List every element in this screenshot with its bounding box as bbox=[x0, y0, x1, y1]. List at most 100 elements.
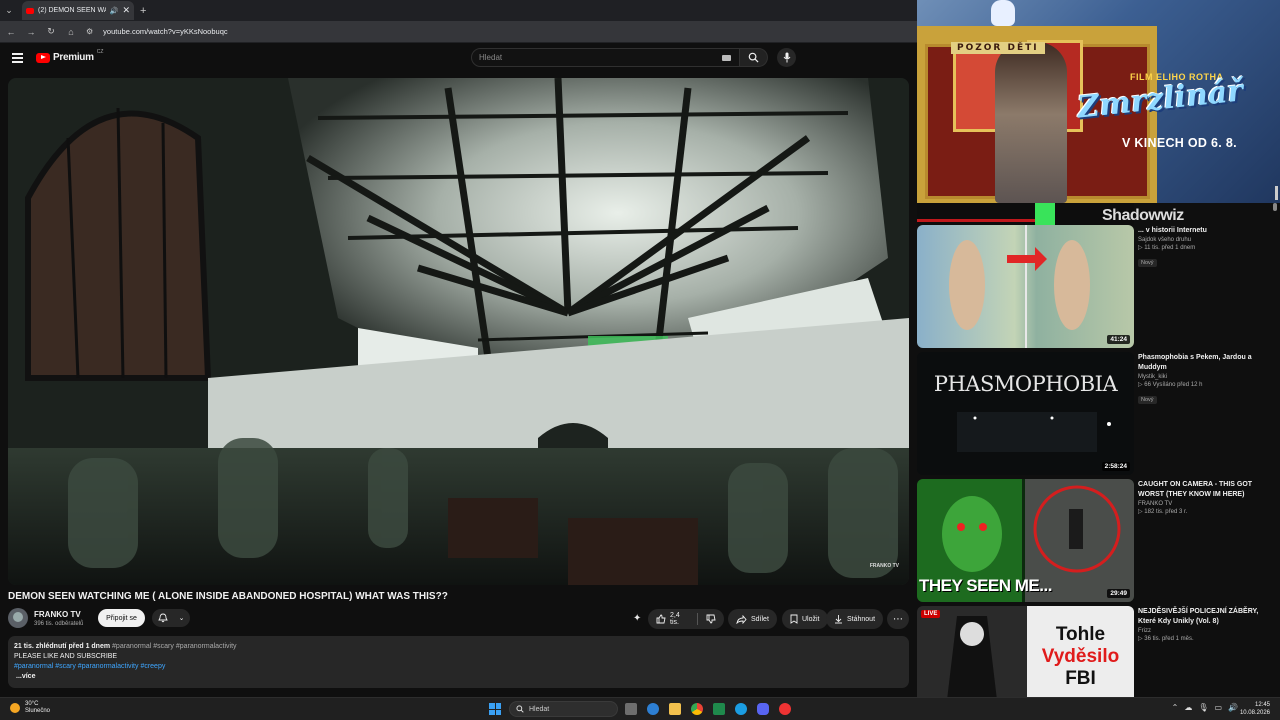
video-title-link[interactable]: NEJDĚSIVĚJŠÍ POLICEJNÍ ZÁBĚRY, Které Kdy… bbox=[1138, 607, 1274, 627]
youtube-play-icon bbox=[36, 52, 50, 63]
edge-copilot-icon[interactable] bbox=[647, 703, 659, 715]
video-thumbnail[interactable]: THEY SEEN ME... 29:49 bbox=[917, 479, 1134, 602]
more-actions-icon[interactable]: ⋯ bbox=[887, 609, 909, 629]
thumbnail-art bbox=[949, 225, 1090, 348]
temperature: 30°C bbox=[25, 701, 39, 707]
list-item[interactable]: PHASMOPHOBIA 2:58:24 Phasmophobia s Peke… bbox=[917, 352, 1280, 475]
video-title-link[interactable]: ... v historii Internetu bbox=[1138, 226, 1274, 236]
save-button[interactable]: Uložit bbox=[782, 609, 828, 629]
screen: ⌄ (2) DEMON SEEN WATCHING ME 🔊 ✕ + ← → ↻… bbox=[0, 0, 1280, 720]
video-title-link[interactable]: CAUGHT ON CAMERA - THIS GOT WORST (THEY … bbox=[1138, 480, 1274, 500]
back-icon[interactable]: ← bbox=[6, 27, 16, 37]
video-title: DEMON SEEN WATCHING ME ( ALONE INSIDE AB… bbox=[8, 591, 448, 602]
like-icon[interactable] bbox=[656, 614, 666, 624]
share-label: Sdílet bbox=[751, 615, 769, 623]
weather-widget[interactable]: 30°C Slunečno bbox=[10, 701, 50, 715]
share-button[interactable]: Sdílet bbox=[728, 609, 777, 629]
browser-tab-bar: ⌄ (2) DEMON SEEN WATCHING ME 🔊 ✕ + bbox=[0, 0, 917, 21]
weather-condition: Slunečno bbox=[25, 708, 51, 714]
home-icon[interactable]: ⌂ bbox=[66, 27, 76, 37]
subscriber-count: 396 tis. odběratelů bbox=[34, 621, 84, 627]
channel-name[interactable]: FRANKO TV bbox=[34, 610, 81, 619]
edge-icon[interactable] bbox=[735, 703, 747, 715]
channel-name[interactable]: Mystik_kiki bbox=[1138, 374, 1274, 380]
tab-search-icon[interactable]: ⌄ bbox=[0, 0, 18, 21]
clock[interactable]: 12:45 10.08.2026 bbox=[1240, 701, 1270, 717]
logo-region: CZ bbox=[96, 48, 104, 55]
close-icon[interactable]: ✕ bbox=[122, 5, 130, 16]
thumbnail-text: THEY SEEN ME... bbox=[919, 576, 1052, 595]
partial-thumbnail-text: Shadowwiz bbox=[1102, 207, 1184, 224]
youtube-logo[interactable]: Premium CZ bbox=[36, 48, 104, 63]
app-icon[interactable] bbox=[779, 703, 791, 715]
ad-sign: POZOR DĚTI bbox=[951, 42, 1045, 54]
site-info-icon[interactable]: ⚙ bbox=[86, 27, 93, 36]
date: 10.08.2026 bbox=[1239, 710, 1270, 716]
show-more-link[interactable]: ...více bbox=[14, 672, 903, 682]
taskbar-search[interactable]: Hledat bbox=[509, 701, 618, 717]
speaker-icon[interactable]: 🔊 bbox=[110, 7, 119, 15]
address-bar: ← → ↻ ⌂ ⚙ youtube.com/watch?v=yKKsNoobuq… bbox=[0, 21, 917, 43]
like-count[interactable]: 2,4 tis. bbox=[670, 612, 689, 626]
reload-icon[interactable]: ↻ bbox=[46, 26, 56, 37]
duration-badge: 29:49 bbox=[1107, 589, 1130, 598]
keyboard-icon[interactable] bbox=[722, 55, 731, 61]
file-explorer-icon[interactable] bbox=[669, 703, 681, 715]
windows-start-icon[interactable] bbox=[489, 703, 501, 715]
task-view-icon[interactable] bbox=[625, 703, 637, 715]
excel-icon[interactable] bbox=[713, 703, 725, 715]
video-player[interactable]: FRANKO TV bbox=[8, 78, 909, 585]
video-thumbnail[interactable]: 41:24 bbox=[917, 225, 1134, 348]
ad-banner[interactable]: POZOR DĚTI FILM ELIHO ROTHA Zmrzlinář V … bbox=[917, 0, 1280, 203]
description-box[interactable]: 21 tis. zhlédnutí před 1 dnem #paranorma… bbox=[8, 636, 909, 688]
ad-figure bbox=[995, 42, 1067, 203]
channel-avatar[interactable] bbox=[8, 608, 28, 628]
list-item[interactable]: THEY SEEN ME... 29:49 CAUGHT ON CAMERA -… bbox=[917, 479, 1280, 602]
search-button[interactable] bbox=[740, 48, 768, 67]
channel-name[interactable]: Sajdok všeho druhu bbox=[1138, 237, 1274, 243]
browser-tab[interactable]: (2) DEMON SEEN WATCHING ME 🔊 ✕ bbox=[22, 1, 134, 20]
dislike-icon[interactable] bbox=[706, 614, 716, 624]
bell-icon bbox=[157, 613, 168, 623]
mic-tray-icon[interactable]: 🎙 bbox=[1198, 703, 1208, 712]
video-meta: ▷ 66 Vysíláno před 12 h bbox=[1138, 382, 1203, 388]
thumbnail-text-line-3: FBI bbox=[1065, 668, 1096, 689]
video-title-link[interactable]: Phasmophobia s Pekem, Jardou a Muddym bbox=[1138, 353, 1274, 373]
notification-button[interactable]: ⌄ bbox=[152, 609, 190, 627]
chrome-icon[interactable] bbox=[691, 703, 703, 715]
microphone-button[interactable] bbox=[777, 48, 796, 67]
thumbnail-text-line-2: Vyděsilo bbox=[1041, 646, 1120, 667]
scrollbar-thumb[interactable] bbox=[1273, 203, 1277, 211]
share-icon bbox=[736, 614, 747, 624]
video-thumbnail[interactable]: Tohle Vyděsilo FBI LIVE bbox=[917, 606, 1134, 700]
video-info: CAUGHT ON CAMERA - THIS GOT WORST (THEY … bbox=[1138, 480, 1274, 515]
video-thumbnail[interactable]: PHASMOPHOBIA 2:58:24 bbox=[917, 352, 1134, 475]
network-icon[interactable]: ▭ bbox=[1214, 703, 1222, 712]
discord-icon[interactable] bbox=[757, 703, 769, 715]
search-input[interactable]: Hledat bbox=[471, 48, 740, 67]
ad-scrollbar[interactable] bbox=[1275, 186, 1278, 200]
menu-icon[interactable] bbox=[12, 53, 23, 63]
video-info: NEJDĚSIVĚJŠÍ POLICEJNÍ ZÁBĚRY, Které Kdy… bbox=[1138, 607, 1274, 642]
video-meta: ▷ 182 tis. před 3 r. bbox=[1138, 509, 1188, 515]
cloud-icon[interactable]: ☁ bbox=[1184, 703, 1192, 712]
channel-name[interactable]: FRANKO TV bbox=[1138, 501, 1274, 507]
url-field[interactable]: youtube.com/watch?v=yKKsNoobuqc bbox=[103, 27, 227, 36]
video-info: ... v historii Internetu Sajdok všeho dr… bbox=[1138, 226, 1274, 269]
join-button[interactable]: Připojit se bbox=[98, 609, 145, 627]
bookmark-icon bbox=[790, 614, 798, 624]
ask-ai-icon[interactable]: ✦ bbox=[633, 613, 641, 624]
description-hashtags[interactable]: #paranormal #scary #paranormalactivity #… bbox=[14, 662, 903, 672]
download-label: Stáhnout bbox=[847, 615, 876, 623]
download-button[interactable]: Stáhnout bbox=[826, 609, 884, 629]
channel-name[interactable]: Frizz bbox=[1138, 628, 1274, 634]
partial-thumbnail[interactable]: Shadowwiz bbox=[917, 203, 1184, 225]
chevron-up-icon[interactable]: ⌃ bbox=[1172, 703, 1179, 712]
new-badge: Nový bbox=[1138, 396, 1157, 404]
youtube-favicon-icon bbox=[26, 7, 34, 14]
list-item[interactable]: 41:24 ... v historii Internetu Sajdok vš… bbox=[917, 225, 1280, 348]
new-tab-icon[interactable]: + bbox=[140, 5, 146, 17]
forward-icon[interactable]: → bbox=[26, 27, 36, 37]
volume-icon[interactable]: 🔊 bbox=[1228, 703, 1238, 712]
stats-tags[interactable]: #paranormal #scary #paranormalactivity bbox=[112, 643, 237, 650]
